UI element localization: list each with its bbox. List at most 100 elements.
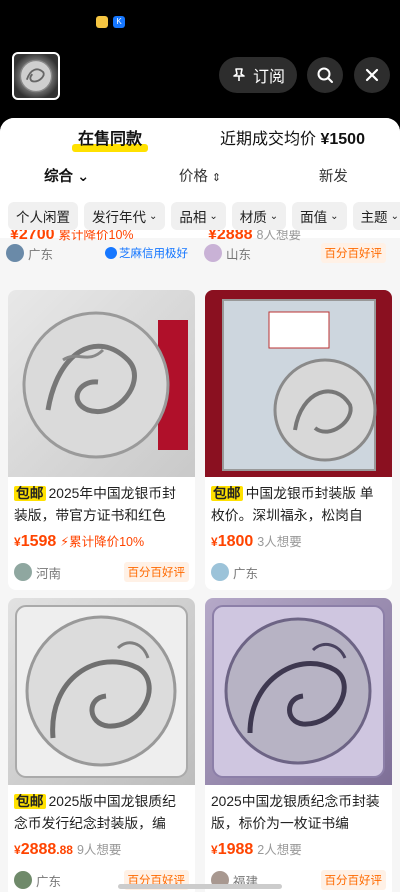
chevron-down-icon: ⌄ — [330, 210, 339, 222]
seller-meta: 广东 — [211, 561, 386, 583]
filter-chip[interactable]: 品相 ⌄ — [171, 202, 226, 230]
avatar — [14, 871, 32, 889]
avg-price-label: 近期成交均价 — [220, 131, 317, 148]
credit-text: 芝麻信用极好 — [119, 248, 188, 260]
close-icon — [365, 68, 379, 82]
seller-meta: 山东 百分百好评 — [204, 242, 386, 264]
sort-price-label: 价格 — [178, 168, 208, 185]
seller-meta: 广东 芝麻信用极好 — [6, 242, 188, 264]
price-value: 1598 — [20, 533, 57, 550]
close-button[interactable] — [354, 57, 390, 93]
price: ¥1988 — [211, 841, 254, 858]
sort-new[interactable]: 新发 — [267, 165, 400, 186]
filter-label: 材质 — [239, 210, 267, 225]
sesame-credit-icon — [105, 247, 117, 259]
coin-image — [15, 605, 188, 778]
price: ¥1598 — [14, 533, 57, 550]
pin-icon — [233, 68, 245, 81]
k-app-icon: K — [113, 16, 125, 28]
coin-image — [22, 311, 188, 459]
sort-updown-icon: ⇕ — [211, 171, 222, 184]
location: 河南 — [36, 566, 62, 581]
subscribe-label: 订阅 — [252, 69, 285, 86]
listing-card[interactable]: 包邮 2025版中国龙银质纪念币发行纪念封装版，编 ¥2888.88 9人想要 广… — [8, 598, 195, 892]
listing-title: 2025中国龙银质纪念币封装版，标价为一枚证书编 — [211, 791, 386, 835]
coin-image — [205, 290, 392, 477]
sort-bar: 综合 ⌄ 价格 ⇕ 新发 — [0, 156, 400, 194]
sort-new-label: 新发 — [318, 168, 348, 185]
location: 山东 — [226, 247, 252, 262]
product-image — [8, 290, 195, 477]
price-value: 1988 — [217, 841, 254, 858]
subscribe-button[interactable]: 订阅 — [219, 57, 297, 93]
listing-card[interactable]: 2025中国龙银质纪念币封装版，标价为一枚证书编 ¥1988 2人想要 福建 百… — [205, 598, 392, 892]
tab-on-sale[interactable]: 在售同款 — [0, 125, 220, 152]
price-decimal: .88 — [56, 843, 73, 857]
item-thumbnail[interactable] — [12, 52, 60, 100]
location: 广东 — [36, 874, 62, 889]
filter-chip[interactable]: 个人闲置 — [8, 202, 78, 230]
coin-image — [212, 605, 385, 778]
rating-badge: 百分百好评 — [320, 870, 386, 890]
filter-label: 品相 — [179, 210, 207, 225]
price-value: 2888 — [20, 841, 57, 858]
sort-price[interactable]: 价格 ⇕ — [133, 165, 266, 186]
tab-on-sale-label: 在售同款 — [77, 131, 142, 148]
status-icons: K — [96, 16, 125, 28]
search-button[interactable] — [307, 57, 343, 93]
free-shipping-tag: 包邮 — [211, 486, 243, 501]
avatar — [211, 563, 229, 581]
filter-chip[interactable]: 面值 ⌄ — [292, 202, 347, 230]
location: 广东 — [28, 247, 54, 262]
chevron-down-icon: ⌄ — [77, 168, 90, 185]
price-row: ¥1988 2人想要 — [211, 839, 386, 863]
listing-title: 包邮 2025年中国龙银币封装版，带官方证书和红色 — [14, 483, 189, 527]
avatar — [6, 244, 24, 262]
price-row: ¥2888.88 9人想要 — [14, 839, 189, 863]
filter-label: 发行年代 — [92, 210, 146, 225]
price-value: 1800 — [217, 533, 254, 550]
listing-title: 包邮 2025版中国龙银质纪念币发行纪念封装版，编 — [14, 791, 189, 835]
price: ¥1800 — [211, 533, 254, 550]
listing-title: 包邮 中国龙银币封装版 单枚价。深圳福永，松岗自 — [211, 483, 386, 527]
partial-row: ¥2700 累计降价10% ¥2888 8人想要 广东 芝麻信用极好 山东 百分… — [0, 230, 400, 278]
want-count: 2人想要 — [257, 843, 302, 857]
chevron-down-icon: ⌄ — [149, 210, 158, 222]
avg-price: 近期成交均价 ¥1500 — [220, 125, 365, 149]
filter-chip[interactable]: 发行年代 ⌄ — [84, 202, 166, 230]
product-image — [205, 598, 392, 785]
sort-comprehensive[interactable]: 综合 ⌄ — [0, 165, 133, 186]
sort-comprehensive-label: 综合 — [44, 168, 74, 185]
seller-meta: 河南 百分百好评 — [14, 561, 189, 583]
filter-chip[interactable]: 主题 ⌄ — [352, 202, 400, 230]
product-image — [205, 290, 392, 477]
chevron-down-icon: ⌄ — [390, 210, 399, 222]
price-drop: ⚡累计降价10% — [60, 535, 145, 549]
filter-chip[interactable]: 材质 ⌄ — [231, 202, 287, 230]
credit-badge: 芝麻信用极好 — [105, 245, 188, 261]
listing-card[interactable]: 包邮 2025年中国龙银币封装版，带官方证书和红色 ¥1598 ⚡累计降价10% … — [8, 290, 195, 590]
avg-price-value: ¥1500 — [320, 131, 365, 148]
filter-label: 面值 — [300, 210, 328, 225]
price-row: ¥1800 3人想要 — [211, 531, 386, 555]
app-notification-icon — [96, 16, 108, 28]
free-shipping-tag: 包邮 — [14, 486, 46, 501]
price: ¥2888.88 — [14, 841, 73, 858]
avatar — [204, 244, 222, 262]
home-indicator — [118, 884, 282, 889]
listing-sheet: 在售同款 近期成交均价 ¥1500 综合 ⌄ 价格 ⇕ 新发 个人闲置 发行年代… — [0, 118, 400, 892]
search-icon — [317, 67, 333, 83]
rating-badge: 百分百好评 — [320, 243, 386, 263]
top-bar: K 订阅 — [0, 0, 400, 118]
want-count: 3人想要 — [257, 535, 302, 549]
filter-label: 主题 — [360, 210, 388, 225]
coin-image — [19, 59, 53, 93]
listing-title-text: 2025中国龙银质纪念币封装版，标价为一枚证书编 — [211, 794, 380, 831]
summary-row: 在售同款 近期成交均价 ¥1500 — [0, 118, 400, 156]
listing-card[interactable]: 包邮 中国龙银币封装版 单枚价。深圳福永，松岗自 ¥1800 3人想要 广东 — [205, 290, 392, 590]
chevron-down-icon: ⌄ — [269, 210, 279, 222]
rating-badge: 百分百好评 — [123, 562, 189, 582]
avatar — [14, 563, 32, 581]
price-row: ¥1598 ⚡累计降价10% — [14, 531, 189, 555]
free-shipping-tag: 包邮 — [14, 794, 46, 809]
